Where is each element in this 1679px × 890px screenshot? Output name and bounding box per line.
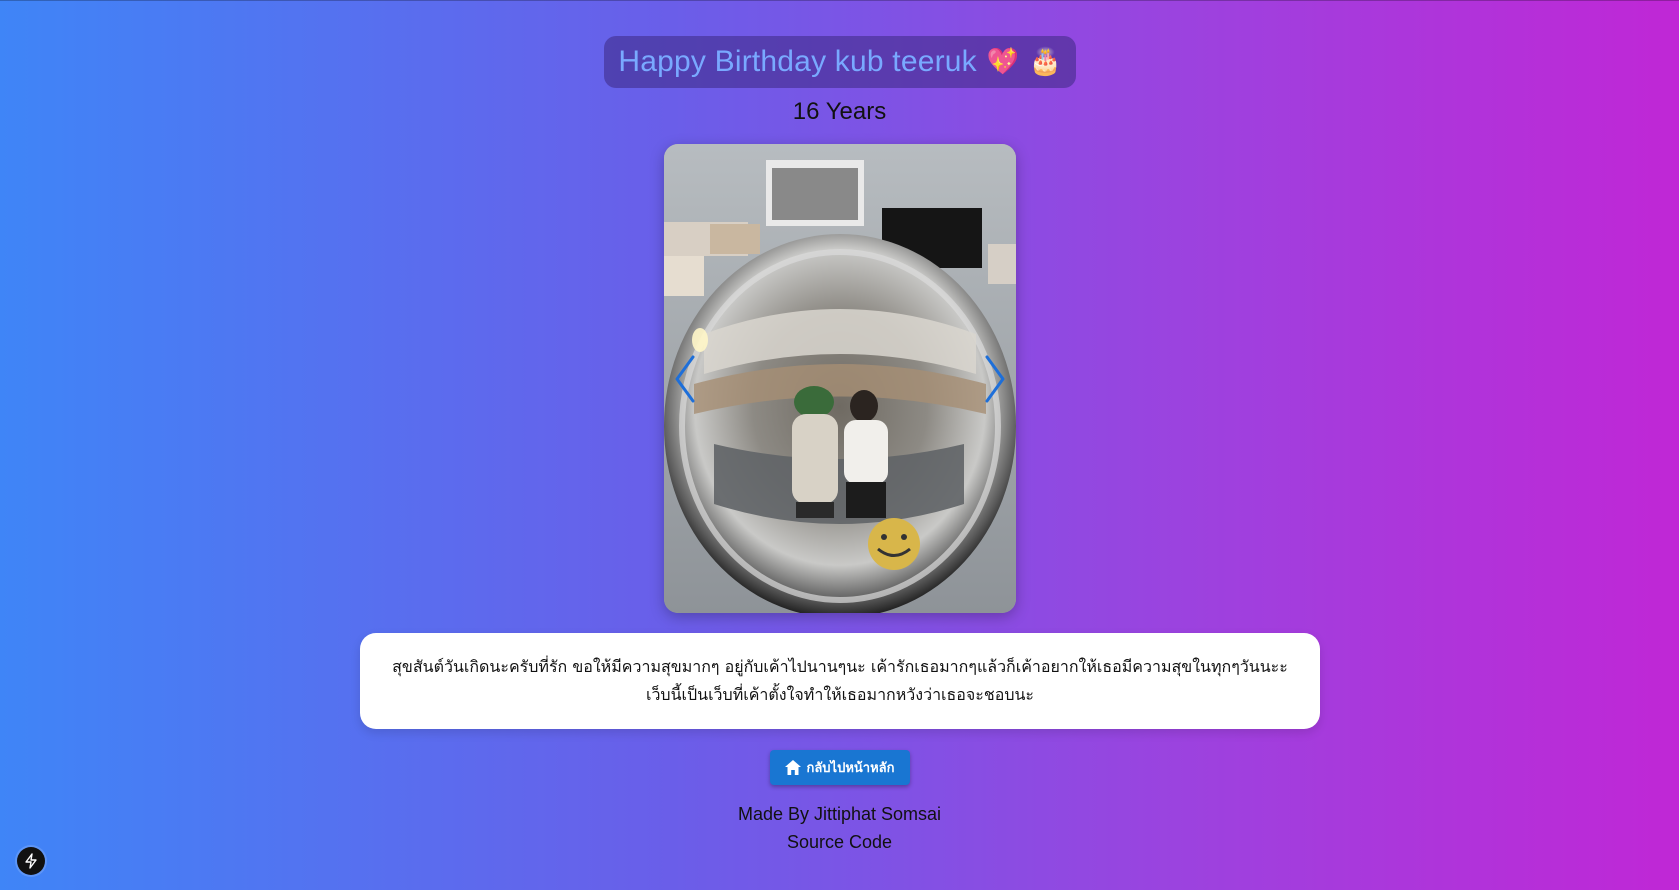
message-line-2: เว็บนี้เป็นเว็บที่เค้าตั้งใจทำให้เธอมากห… bbox=[645, 685, 1035, 704]
page-title: Happy Birthday kub teeruk bbox=[618, 45, 977, 78]
home-icon bbox=[785, 760, 802, 775]
sparkling-heart-icon: 💖 bbox=[986, 47, 1020, 77]
photo-icon bbox=[664, 144, 1016, 613]
chevron-left-icon bbox=[675, 355, 695, 403]
carousel-next-button[interactable] bbox=[980, 354, 1010, 404]
photo-carousel[interactable] bbox=[664, 144, 1016, 613]
lightning-icon bbox=[25, 853, 37, 869]
source-code-link[interactable]: Source Code bbox=[0, 832, 1679, 853]
back-home-button[interactable]: กลับไปหน้าหลัก bbox=[770, 750, 910, 785]
dev-tools-badge[interactable] bbox=[17, 847, 45, 875]
title-banner: Happy Birthday kub teeruk 💖 🎂 bbox=[604, 36, 1076, 88]
years-subtitle: 16 Years bbox=[792, 98, 887, 125]
author-credit: Made By Jittiphat Somsai bbox=[737, 804, 942, 824]
top-border bbox=[0, 0, 1679, 1]
back-home-label: กลับไปหน้าหลัก bbox=[806, 761, 895, 776]
birthday-message-card: สุขสันต์วันเกิดนะครับที่รัก ขอให้มีความส… bbox=[360, 633, 1320, 729]
birthday-cake-icon: 🎂 bbox=[1029, 47, 1062, 77]
chevron-right-icon bbox=[985, 355, 1005, 403]
message-line-1: สุขสันต์วันเกิดนะครับที่รัก ขอให้มีความส… bbox=[392, 657, 1288, 676]
carousel-prev-button[interactable] bbox=[670, 354, 700, 404]
